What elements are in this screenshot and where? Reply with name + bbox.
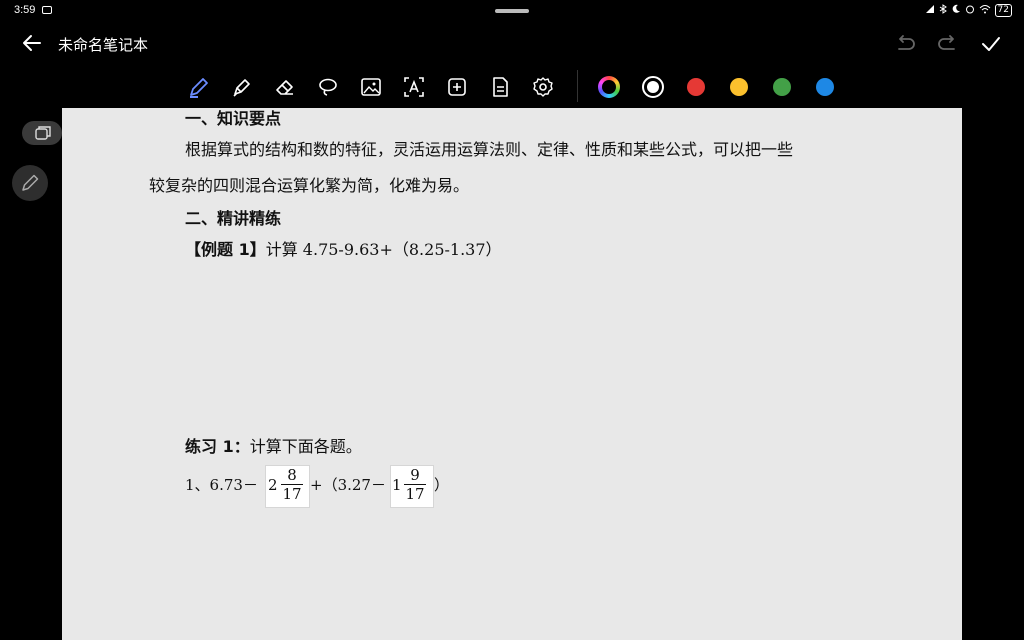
- text-box-button[interactable]: [401, 74, 427, 100]
- color-yellow-swatch[interactable]: [730, 78, 748, 96]
- pen-icon: [190, 78, 208, 98]
- eraser-tool-button[interactable]: [272, 74, 298, 100]
- undo-button[interactable]: [894, 32, 918, 56]
- done-button[interactable]: [979, 32, 1003, 56]
- practice-label: 练习 1：: [185, 437, 250, 456]
- color-red-swatch[interactable]: [687, 78, 705, 96]
- fraction-2: 9 17: [404, 467, 426, 502]
- settings-button[interactable]: [530, 74, 556, 100]
- fraction-1-denominator: 17: [282, 485, 302, 504]
- page-icon: [493, 77, 508, 97]
- fraction-2-numerator: 9: [410, 466, 420, 484]
- practice-1: 练习 1：计算下面各题。: [185, 433, 362, 457]
- signal-icon: [925, 4, 935, 17]
- add-icon: [448, 78, 466, 96]
- status-bar: 3:59 72: [0, 0, 1024, 22]
- problem-1-middle: +（3.27－: [310, 476, 386, 494]
- fraction-2-whole: 1: [392, 476, 402, 494]
- eraser-icon: [276, 80, 293, 95]
- pages-icon: [35, 126, 51, 140]
- pen-tool-button[interactable]: [186, 74, 212, 100]
- back-button[interactable]: [20, 30, 46, 56]
- color-green-swatch[interactable]: [773, 78, 791, 96]
- status-time: 3:59: [14, 4, 36, 16]
- lasso-icon: [319, 78, 337, 96]
- check-icon: [982, 37, 1000, 51]
- color-white-swatch[interactable]: [642, 76, 664, 98]
- color-palette-button[interactable]: [598, 76, 620, 98]
- section-heading-knowledge: 一、知识要点: [185, 109, 282, 128]
- note-page[interactable]: 一、知识要点 根据算式的结构和数的特征，灵活运用运算法则、定律、性质和某些公式，…: [62, 108, 962, 640]
- toolbar-divider: [577, 70, 578, 102]
- image-insert-button[interactable]: [358, 74, 384, 100]
- back-arrow-icon: [23, 35, 41, 51]
- page-overview-button[interactable]: [22, 121, 62, 145]
- paragraph-line-2: 较复杂的四则混合运算化繁为简，化难为易。: [149, 176, 470, 195]
- add-button[interactable]: [444, 74, 470, 100]
- pencil-icon: [22, 174, 39, 191]
- title-bar: 未命名笔记本: [0, 26, 1024, 62]
- system-icons: 72: [925, 4, 1012, 17]
- drag-handle[interactable]: [495, 9, 529, 13]
- text-icon: [404, 77, 424, 97]
- example-1: 【例题 1】计算 4.75-9.63+（8.25-1.37）: [185, 236, 502, 260]
- practice-text: 计算下面各题。: [249, 437, 362, 456]
- alarm-icon: [965, 4, 975, 17]
- problem-1-suffix: ）: [434, 476, 450, 494]
- color-blue-swatch[interactable]: [816, 78, 834, 96]
- image-icon: [361, 78, 381, 96]
- undo-icon: [898, 35, 915, 50]
- highlighter-tool-button[interactable]: [229, 74, 255, 100]
- fraction-1-whole: 2: [268, 476, 278, 494]
- drawing-toolbar: [0, 70, 1024, 104]
- section-heading-practice: 二、精讲精练: [185, 209, 282, 228]
- redo-icon: [938, 35, 955, 50]
- notification-icon: [42, 6, 52, 14]
- fraction-2-denominator: 17: [405, 485, 425, 504]
- lasso-tool-button[interactable]: [315, 74, 341, 100]
- quick-pen-button[interactable]: [12, 165, 48, 201]
- settings-icon: [533, 77, 553, 97]
- bluetooth-icon: [939, 4, 947, 17]
- example-label: 【例题 1】: [185, 240, 266, 259]
- wifi-icon: [979, 4, 991, 17]
- fraction-1-numerator: 8: [287, 466, 297, 484]
- highlighter-icon: [233, 79, 250, 97]
- fraction-1: 8 17: [281, 467, 303, 502]
- paragraph-line-1: 根据算式的结构和数的特征，灵活运用运算法则、定律、性质和某些公式，可以把一些: [185, 140, 794, 159]
- redo-button[interactable]: [935, 32, 959, 56]
- page-template-button[interactable]: [487, 74, 513, 100]
- problem-1-prefix: 1、6.73－: [185, 476, 258, 494]
- moon-icon: [951, 4, 961, 17]
- battery-indicator: 72: [994, 4, 1012, 17]
- notebook-title: 未命名笔记本: [58, 36, 149, 54]
- example-text: 计算 4.75-9.63+（8.25-1.37）: [265, 240, 502, 259]
